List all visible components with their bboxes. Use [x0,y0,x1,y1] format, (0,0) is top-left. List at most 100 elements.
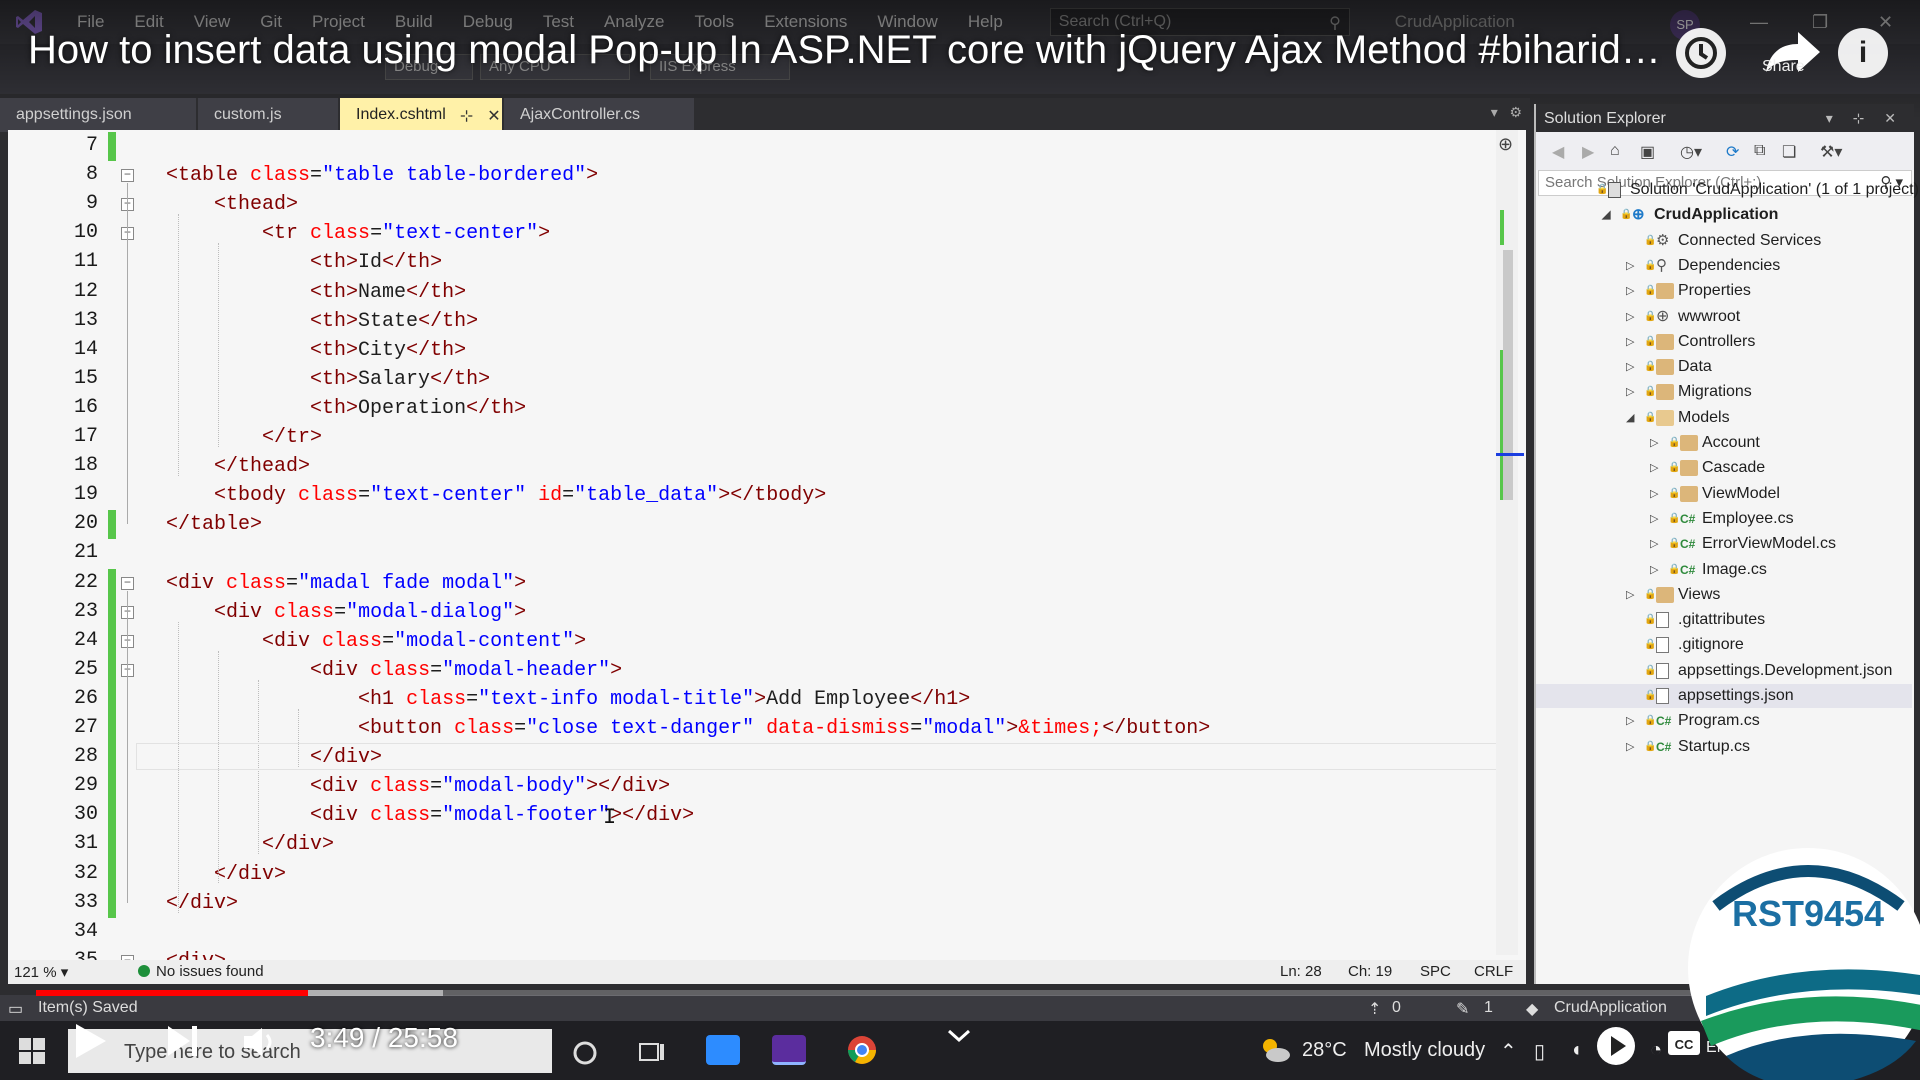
home-icon[interactable]: ⌂ [1610,142,1620,160]
play-icon[interactable] [66,1018,112,1064]
tree-item[interactable]: 🔒 appsettings.Development.json [1536,659,1912,683]
code-line[interactable]: <th>Id</th> [166,248,442,277]
code-line[interactable]: <button class="close text-danger" data-d… [166,714,1210,743]
task-view-icon[interactable] [638,1040,666,1066]
code-line[interactable]: </thead> [166,452,310,481]
tree-item[interactable]: ▷ 🔒 ⊕ wwwroot [1536,305,1912,329]
tree-item[interactable]: 🔒 appsettings.json [1536,684,1912,708]
tab-ajaxcontroller-cs[interactable]: AjaxController.cs [504,98,694,132]
tree-item[interactable]: ◢ 🔒 Models [1536,406,1912,430]
code-line[interactable]: <h1 class="text-info modal-title">Add Em… [166,685,970,714]
tree-item[interactable]: 🔒 Solution 'CrudApplication' (1 of 1 proj… [1536,178,1919,202]
code-line[interactable]: <th>City</th> [166,336,466,365]
tray-chevron-icon[interactable]: ⌃ [1500,1039,1517,1064]
code-line[interactable]: <tbody class="text-center" id="table_dat… [166,481,826,510]
collapse-icon[interactable]: − [121,576,134,590]
pin-icon[interactable]: ⊹ [460,106,473,132]
code-line[interactable]: <table class="table table-bordered"> [166,161,598,190]
tree-item[interactable]: ▷ 🔒 C# Startup.cs [1536,735,1912,759]
whitespace-mode[interactable]: SPC [1420,963,1451,980]
tree-item[interactable]: ▷ 🔒 Properties [1536,279,1912,303]
expand-arrow-icon[interactable]: ▷ [1650,558,1662,582]
expand-arrow-icon[interactable]: ▷ [1626,330,1638,354]
expand-arrow-icon[interactable]: ▷ [1650,482,1662,506]
switch-views-icon[interactable]: ▣ [1640,142,1655,162]
tree-item[interactable]: ▷ 🔒 Cascade [1536,456,1912,480]
expand-arrow-icon[interactable]: ▷ [1650,456,1662,480]
code-line[interactable]: <div class="modal-header"> [166,656,622,685]
expand-arrow-icon[interactable]: ▷ [1650,532,1662,556]
tree-item[interactable]: ▷ 🔒 ViewModel [1536,482,1912,506]
pending-changes-icon[interactable]: ◷▾ [1680,142,1702,162]
tab-appsettings-json[interactable]: appsettings.json [0,98,196,132]
tree-item[interactable]: 🔒 ⚙ Connected Services [1536,229,1912,253]
tree-item[interactable]: ◢ 🔒 ⊕ CrudApplication [1536,203,1912,227]
repository-name[interactable]: CrudApplication [1554,999,1667,1017]
line-ending[interactable]: CRLF [1474,963,1513,980]
watch-later-icon[interactable] [1676,28,1726,78]
tree-item[interactable]: 🔒 .gitattributes [1536,608,1912,632]
info-icon[interactable]: i [1838,28,1888,78]
panel-options-icons[interactable]: ▾ ⊹ ✕ [1826,110,1904,127]
windows-start-icon[interactable] [18,1037,46,1065]
video-title[interactable]: How to insert data using modal Pop-up In… [28,28,1661,73]
tree-item[interactable]: 🔒 .gitignore [1536,633,1912,657]
sync-icon[interactable]: ⟳ [1726,142,1739,162]
code-line[interactable]: <th>State</th> [166,307,478,336]
code-line[interactable]: <th>Name</th> [166,278,466,307]
tab-index-cshtml[interactable]: Index.cshtml ⊹ ✕ [340,98,502,132]
expand-arrow-icon[interactable]: ▷ [1626,355,1638,379]
cortana-icon[interactable] [570,1038,600,1068]
issues-indicator[interactable]: No issues found [138,963,264,980]
properties-icon[interactable]: ⚒▾ [1820,142,1842,162]
expand-arrow-icon[interactable]: ▷ [1626,583,1638,607]
expand-arrow-icon[interactable]: ▷ [1626,735,1638,759]
pencil-icon[interactable]: ✎ [1456,999,1469,1019]
zoom-app-icon[interactable] [706,1035,740,1065]
code-line[interactable]: <div class="modal-dialog"> [166,598,526,627]
code-line[interactable]: <thead> [166,190,298,219]
back-icon[interactable]: ◀ [1552,142,1564,162]
code-line[interactable]: </div> [166,889,238,918]
code-line[interactable]: <th>Salary</th> [166,365,490,394]
expand-arrow-icon[interactable]: ▷ [1626,305,1638,329]
tab-custom-js[interactable]: custom.js [198,98,338,132]
collapse-icon[interactable]: − [121,169,134,183]
code-line[interactable]: </table> [166,510,262,539]
code-editor[interactable]: 7 8 <table class="table table-bordered"> 9 … [8,130,1526,973]
tree-item[interactable]: ▷ 🔒 Views [1536,583,1912,607]
code-line[interactable]: <div class="modal-body"></div> [166,772,670,801]
expand-arrow-icon[interactable]: ▷ [1626,254,1638,278]
forward-icon[interactable]: ▶ [1582,142,1594,162]
tree-item[interactable]: ▷ 🔒 C# Program.cs [1536,709,1912,733]
code-line[interactable]: <tr class="text-center"> [166,219,550,248]
tree-item[interactable]: ▷ 🔒 C# ErrorViewModel.cs [1536,532,1912,556]
chevron-down-icon[interactable] [946,1026,972,1046]
close-tab-icon[interactable]: ✕ [487,106,500,132]
collapse-all-icon[interactable]: ⧉ [1754,142,1765,160]
volume-icon[interactable] [240,1022,280,1062]
show-all-files-icon[interactable]: ❏ [1782,142,1796,162]
tree-item[interactable]: ▷ 🔒 Account [1536,431,1912,455]
collapse-arrow-icon[interactable]: ◢ [1626,406,1638,430]
output-icon[interactable]: ▭ [8,999,23,1019]
scrollbar-thumb[interactable] [1503,250,1513,500]
code-line[interactable]: <div class="modal-content"> [166,627,586,656]
chrome-icon[interactable] [846,1034,878,1066]
zoom-level[interactable]: 121 % ▾ [14,963,68,981]
code-line[interactable]: </div> [166,860,286,889]
tree-item[interactable]: ▷ 🔒 C# Employee.cs [1536,507,1912,531]
push-icon[interactable]: ⇡ [1368,999,1381,1019]
split-editor-icon[interactable]: ⊕ [1498,134,1513,155]
code-line[interactable]: <div class="madal fade modal"> [166,569,526,598]
code-line[interactable]: </div> [166,830,334,859]
code-line[interactable]: <th>Operation</th> [166,394,526,423]
tree-item[interactable]: ▷ 🔒 C# Image.cs [1536,558,1912,582]
tree-item[interactable]: ▷ 🔒 Migrations [1536,380,1912,404]
next-video-icon[interactable] [162,1018,202,1064]
collapse-arrow-icon[interactable]: ◢ [1602,203,1614,227]
expand-arrow-icon[interactable]: ▷ [1626,279,1638,303]
expand-arrow-icon[interactable]: ▷ [1626,380,1638,404]
expand-arrow-icon[interactable]: ▷ [1650,431,1662,455]
visual-studio-taskbar-icon[interactable] [772,1035,806,1065]
